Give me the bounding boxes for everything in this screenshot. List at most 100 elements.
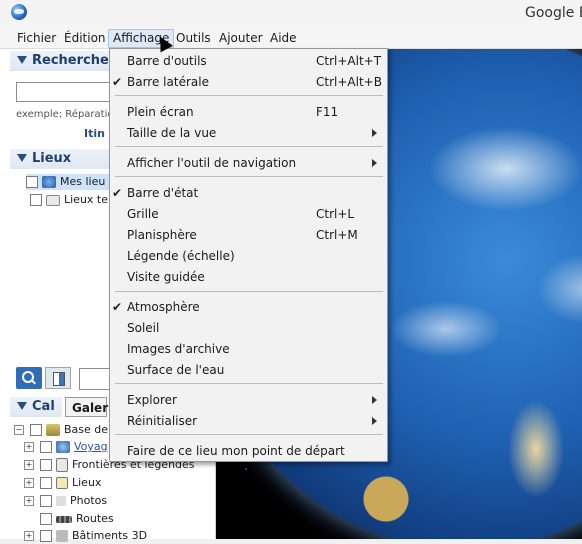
menu-item-shortcut: Ctrl+M (316, 228, 358, 242)
collapse-icon[interactable]: − (14, 425, 24, 435)
layer-label: Lieux (72, 476, 102, 489)
menu-edition[interactable]: Édition (60, 30, 110, 47)
menu-item-label: Légende (échelle) (127, 249, 235, 263)
menu-item-label: Images d'archive (127, 342, 230, 356)
submenu-arrow-icon (372, 396, 377, 404)
collapse-triangle-icon (17, 56, 27, 64)
menu-item-shortcut: Ctrl+Alt+T (316, 54, 382, 68)
menu-separator (115, 176, 383, 177)
expand-icon[interactable]: + (24, 478, 34, 488)
menu-separator (115, 146, 383, 147)
checkbox[interactable] (40, 513, 52, 525)
layer-filter-input[interactable] (79, 368, 111, 390)
google-earth-app-icon[interactable] (11, 4, 27, 20)
menu-item-images-archive[interactable]: Images d'archive (110, 339, 387, 359)
layer-item[interactable]: + Bâtiments 3D (24, 528, 147, 544)
search-mode-button[interactable] (16, 367, 42, 389)
layers-mode-button[interactable] (45, 367, 71, 389)
expand-icon[interactable]: + (24, 496, 34, 506)
menu-item-label: Planisphère (127, 228, 197, 242)
menu-separator (115, 383, 383, 384)
title-bar: Google E (0, 0, 582, 28)
layer-item[interactable]: + Photos (24, 493, 107, 509)
menu-item-atmosphere[interactable]: ✔ Atmosphère (110, 297, 387, 317)
menu-fichier[interactable]: Fichier (13, 30, 60, 47)
expand-icon[interactable]: + (24, 460, 34, 470)
menu-item-label: Réinitialiser (127, 414, 198, 428)
places-item-label: Lieux te (64, 193, 109, 206)
menu-item-soleil[interactable]: Soleil (110, 318, 387, 338)
menu-item-label: Taille de la vue (127, 126, 217, 140)
menu-item-label: Soleil (127, 321, 160, 335)
layer-item[interactable]: + Voyag (24, 439, 108, 455)
layer-label: Photos (70, 494, 108, 507)
globe-icon (42, 176, 56, 188)
menu-item-label: Visite guidée (127, 270, 205, 284)
menu-item-visite-guidee[interactable]: Visite guidée (110, 267, 387, 287)
menu-item-label: Barre latérale (127, 75, 209, 89)
menu-item-barre-etat[interactable]: ✔ Barre d'état (110, 183, 387, 203)
checkmark-icon: ✔ (112, 75, 123, 89)
menu-item-taille-vue[interactable]: Taille de la vue (110, 123, 387, 143)
submenu-arrow-icon (372, 159, 377, 167)
menu-item-barre-laterale[interactable]: ✔ Barre latérale Ctrl+Alt+B (110, 72, 387, 92)
submenu-arrow-icon (372, 417, 377, 425)
checkbox[interactable] (26, 176, 38, 188)
layer-item[interactable]: + Lieux (24, 475, 101, 491)
menu-outils[interactable]: Outils (172, 30, 215, 47)
checkbox[interactable] (40, 459, 52, 471)
search-panel-title: Recherche (32, 53, 109, 68)
menu-item-label: Explorer (127, 393, 177, 407)
menu-item-planisphere[interactable]: Planisphère Ctrl+M (110, 225, 387, 245)
checkbox[interactable] (40, 530, 52, 542)
menu-item-label: Plein écran (127, 105, 194, 119)
menu-separator (115, 434, 383, 435)
menu-item-grille[interactable]: Grille Ctrl+L (110, 204, 387, 224)
menu-item-surface-eau[interactable]: Surface de l'eau (110, 360, 387, 380)
layer-item[interactable]: Routes (40, 511, 114, 527)
menu-separator (115, 291, 383, 292)
checkbox[interactable] (30, 194, 42, 206)
layer-item[interactable]: − Base de (14, 422, 108, 438)
building-icon (56, 530, 68, 542)
places-item-label: Mes lieu (60, 175, 106, 188)
checkmark-icon: ✔ (112, 300, 123, 314)
menu-ajouter[interactable]: Ajouter (215, 30, 267, 47)
menu-item-label: Faire de ce lieu mon point de départ (127, 444, 345, 458)
places-icon (56, 477, 68, 489)
places-item-mes-lieux[interactable]: Mes lieu (26, 174, 112, 190)
checkbox[interactable] (40, 495, 52, 507)
menu-item-label: Atmosphère (127, 300, 200, 314)
search-input[interactable] (16, 82, 118, 102)
menu-aide[interactable]: Aide (266, 30, 301, 47)
affichage-menu: Barre d'outils Ctrl+Alt+T ✔ Barre latéra… (109, 48, 388, 462)
menu-item-label: Barre d'outils (127, 54, 207, 68)
menu-item-legende[interactable]: Légende (échelle) (110, 246, 387, 266)
menu-item-point-depart[interactable]: Faire de ce lieu mon point de départ (110, 441, 387, 461)
menu-item-shortcut: F11 (316, 105, 339, 119)
layer-label: Bâtiments 3D (72, 529, 148, 542)
places-item-lieux-temporaires[interactable]: Lieux te (30, 192, 108, 208)
menu-item-label: Afficher l'outil de navigation (127, 156, 297, 170)
menu-item-plein-ecran[interactable]: Plein écran F11 (110, 102, 387, 122)
folder-icon (46, 194, 60, 206)
checkbox[interactable] (40, 477, 52, 489)
layer-label: Voyag (74, 440, 108, 453)
photo-icon (56, 496, 66, 506)
layers-panel-title: Cal (32, 399, 55, 414)
menu-item-shortcut: Ctrl+L (316, 207, 355, 221)
expand-icon[interactable]: + (24, 442, 34, 452)
places-panel-title: Lieux (32, 151, 72, 166)
menu-item-barre-outils[interactable]: Barre d'outils Ctrl+Alt+T (110, 51, 387, 71)
checkbox[interactable] (40, 441, 52, 453)
menu-item-explorer[interactable]: Explorer (110, 390, 387, 410)
expand-icon[interactable]: + (24, 531, 34, 541)
gallery-button[interactable]: Galeri (65, 397, 112, 417)
menu-bar: Fichier Édition Affichage Outils Ajouter… (0, 28, 582, 49)
itinerary-link[interactable]: Itin (84, 127, 105, 140)
checkbox[interactable] (30, 424, 42, 436)
layers-panel-header[interactable]: Cal (10, 397, 62, 417)
layer-label: Routes (76, 512, 114, 525)
menu-item-reinitialiser[interactable]: Réinitialiser (110, 411, 387, 431)
menu-item-outil-navigation[interactable]: Afficher l'outil de navigation (110, 153, 387, 173)
